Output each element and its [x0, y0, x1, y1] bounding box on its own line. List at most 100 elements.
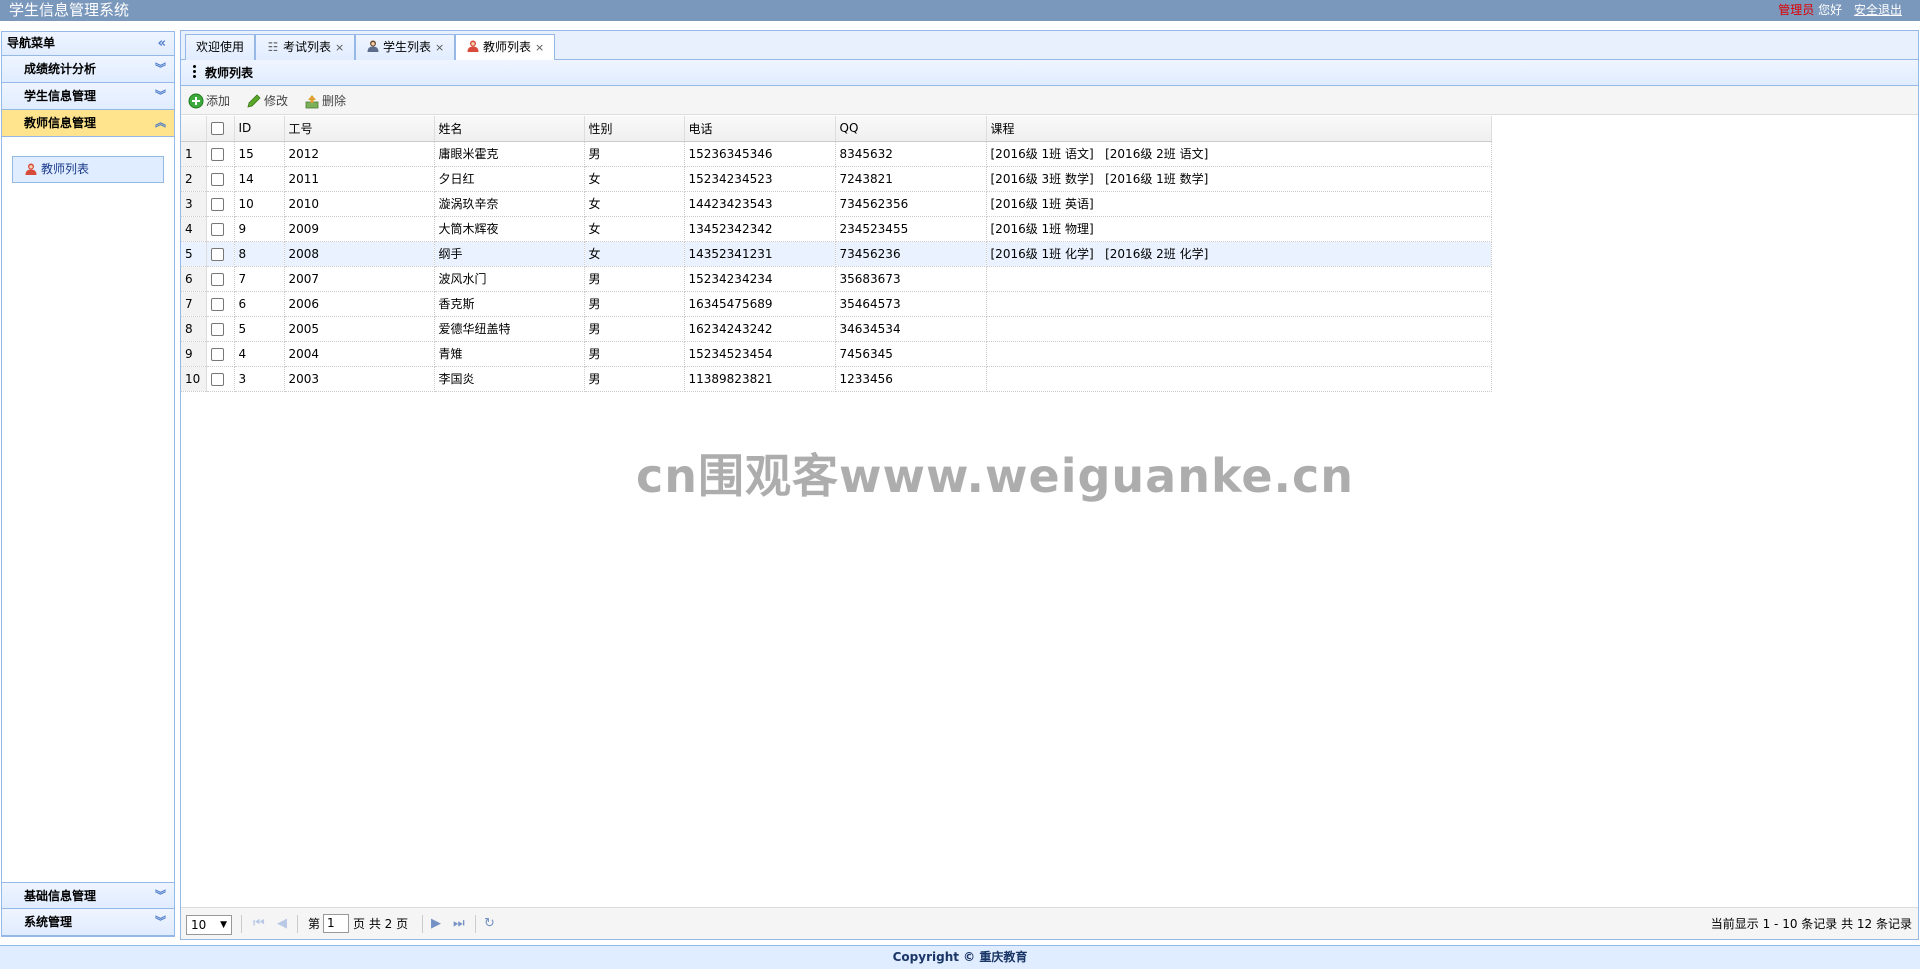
separator — [241, 915, 242, 933]
page-number-input[interactable]: 1 — [323, 914, 349, 933]
tab-student-list[interactable]: 学生列表 × — [355, 34, 456, 61]
cell-qq: 34634534 — [835, 316, 987, 342]
tab-teacher-list[interactable]: 教师列表 × — [455, 34, 556, 62]
cell-phone: 15236345346 — [684, 141, 836, 167]
table-row[interactable]: 8 5 2005 爱德华纽盖特男 16234243242 34634534 — [181, 316, 1492, 342]
row-checkbox[interactable] — [206, 191, 235, 217]
add-button[interactable]: 添加 — [186, 91, 230, 111]
row-number: 10 — [181, 366, 207, 392]
row-checkbox[interactable] — [206, 266, 235, 292]
chevron-double-down-icon: ︾ — [155, 62, 166, 75]
row-number: 9 — [181, 341, 207, 367]
panel-title: 教师列表 — [205, 66, 254, 80]
close-icon[interactable]: × — [335, 41, 344, 54]
tab-exam-list[interactable]: ☷ 考试列表 × — [255, 34, 356, 61]
cell-course: [2016级 1班 物理] — [986, 216, 1492, 242]
nav-section-teacher-info[interactable]: 教师信息管理 ︽ — [2, 110, 174, 137]
table-row[interactable]: 6 7 2007 波风水门男 15234234234 35683673 — [181, 266, 1492, 292]
row-number: 8 — [181, 316, 207, 342]
column-header-phone[interactable]: 电话 — [684, 116, 836, 142]
cell-phone: 14423423543 — [684, 191, 836, 217]
more-vertical-icon[interactable] — [193, 65, 197, 80]
cell-name: 波风水门 — [434, 266, 585, 292]
chevron-double-up-icon: ︽ — [155, 116, 166, 129]
column-header-id[interactable]: ID — [234, 116, 285, 142]
row-checkbox[interactable] — [206, 241, 235, 267]
row-number: 7 — [181, 291, 207, 317]
row-checkbox[interactable] — [206, 341, 235, 367]
delete-label: 删除 — [322, 94, 347, 108]
row-checkbox[interactable] — [206, 141, 235, 167]
tab-label: 考试列表 — [283, 40, 332, 54]
column-header-sex[interactable]: 性别 — [584, 116, 685, 142]
row-number: 3 — [181, 191, 207, 217]
cell-course: [2016级 1班 语文] [2016级 2班 语文] — [986, 141, 1492, 167]
column-header-course[interactable]: 课程 — [986, 116, 1492, 142]
row-checkbox[interactable] — [206, 291, 235, 317]
column-header-name[interactable]: 姓名 — [434, 116, 585, 142]
cell-sex: 男 — [584, 266, 685, 292]
chevron-down-icon: ▼ — [220, 920, 227, 930]
cell-phone: 15234234523 — [684, 166, 836, 192]
edit-button[interactable]: 修改 — [244, 91, 288, 111]
cell-qq: 35683673 — [835, 266, 987, 292]
cell-course — [986, 291, 1492, 317]
page-size-value: 10 — [191, 918, 207, 932]
first-page-icon[interactable]: ⏮ — [253, 915, 265, 933]
cell-phone: 14352341231 — [684, 241, 836, 267]
cell-name: 香克斯 — [434, 291, 585, 317]
panel-header: 教师列表 — [181, 60, 1918, 86]
row-checkbox[interactable] — [206, 366, 235, 392]
tab-welcome[interactable]: 欢迎使用 — [185, 34, 256, 61]
table-row[interactable]: 1 15 2012 庸眼米霍克男 15236345346 8345632 [2016级 1班… — [181, 141, 1492, 167]
table-row[interactable]: 3 10 2010 漩涡玖辛奈女 14423423543 734562356 [2016级 … — [181, 191, 1492, 217]
column-header-number[interactable]: 工号 — [284, 116, 435, 142]
nav-item-teacher-list[interactable]: 教师列表 — [12, 156, 164, 183]
page-size-select[interactable]: 10 ▼ — [186, 915, 232, 935]
nav-section-score-stats[interactable]: 成绩统计分析 ︾ — [2, 56, 174, 83]
table-row[interactable]: 10 3 2003 李国炎男 11389823821 1233456 — [181, 366, 1492, 392]
app-title: 学生信息管理系统 — [9, 1, 130, 19]
cell-id: 5 — [234, 316, 285, 342]
user-role: 管理员 — [1778, 3, 1815, 17]
nav-item-label: 教师列表 — [41, 162, 90, 176]
select-all-checkbox[interactable] — [206, 116, 235, 142]
chevron-double-down-icon: ︾ — [155, 889, 166, 902]
row-checkbox[interactable] — [206, 166, 235, 192]
cell-name: 青雉 — [434, 341, 585, 367]
table-row[interactable]: 5 8 2008 纲手女 14352341231 73456236 [2016级 1班 化学… — [181, 241, 1492, 267]
cell-phone: 16234243242 — [684, 316, 836, 342]
user-red-icon — [467, 40, 479, 52]
column-header-qq[interactable]: QQ — [835, 116, 987, 142]
table-row[interactable]: 9 4 2004 青雉男 15234523454 7456345 — [181, 341, 1492, 367]
cell-sex: 女 — [584, 166, 685, 192]
next-page-icon[interactable]: ▶ — [431, 915, 441, 933]
cell-course: [2016级 1班 化学] [2016级 2班 化学] — [986, 241, 1492, 267]
close-icon[interactable]: × — [535, 41, 544, 54]
separator — [422, 915, 423, 933]
table-row[interactable]: 7 6 2006 香克斯男 16345475689 35464573 — [181, 291, 1492, 317]
nav-menu-header: 导航菜单 « — [2, 32, 174, 56]
nav-section-student-info[interactable]: 学生信息管理 ︾ — [2, 83, 174, 110]
list-icon: ☷ — [267, 40, 279, 54]
table-row[interactable]: 4 9 2009 大筒木辉夜女 13452342342 234523455 [2016级 1… — [181, 216, 1492, 242]
table-row[interactable]: 2 14 2011 夕日红女 15234234523 7243821 [2016级 3班 数… — [181, 166, 1492, 192]
logout-link[interactable]: 安全退出 — [1854, 3, 1902, 17]
separator — [297, 915, 298, 933]
cell-id: 6 — [234, 291, 285, 317]
close-icon[interactable]: × — [435, 41, 444, 54]
nav-section-system[interactable]: 系统管理 ︾ — [2, 909, 174, 936]
nav-section-basic-info[interactable]: 基础信息管理 ︾ — [2, 882, 174, 909]
prev-page-icon[interactable]: ◀ — [277, 915, 287, 933]
refresh-icon[interactable]: ↻ — [484, 915, 495, 933]
tab-label: 教师列表 — [483, 40, 532, 54]
delete-button[interactable]: 删除 — [302, 91, 346, 111]
collapse-left-icon[interactable]: « — [158, 32, 166, 55]
add-label: 添加 — [206, 94, 231, 108]
nav-menu-title: 导航菜单 — [7, 36, 56, 50]
last-page-icon[interactable]: ⏭ — [453, 915, 465, 933]
row-checkbox[interactable] — [206, 216, 235, 242]
cell-sex: 男 — [584, 341, 685, 367]
cell-sex: 男 — [584, 141, 685, 167]
row-checkbox[interactable] — [206, 316, 235, 342]
